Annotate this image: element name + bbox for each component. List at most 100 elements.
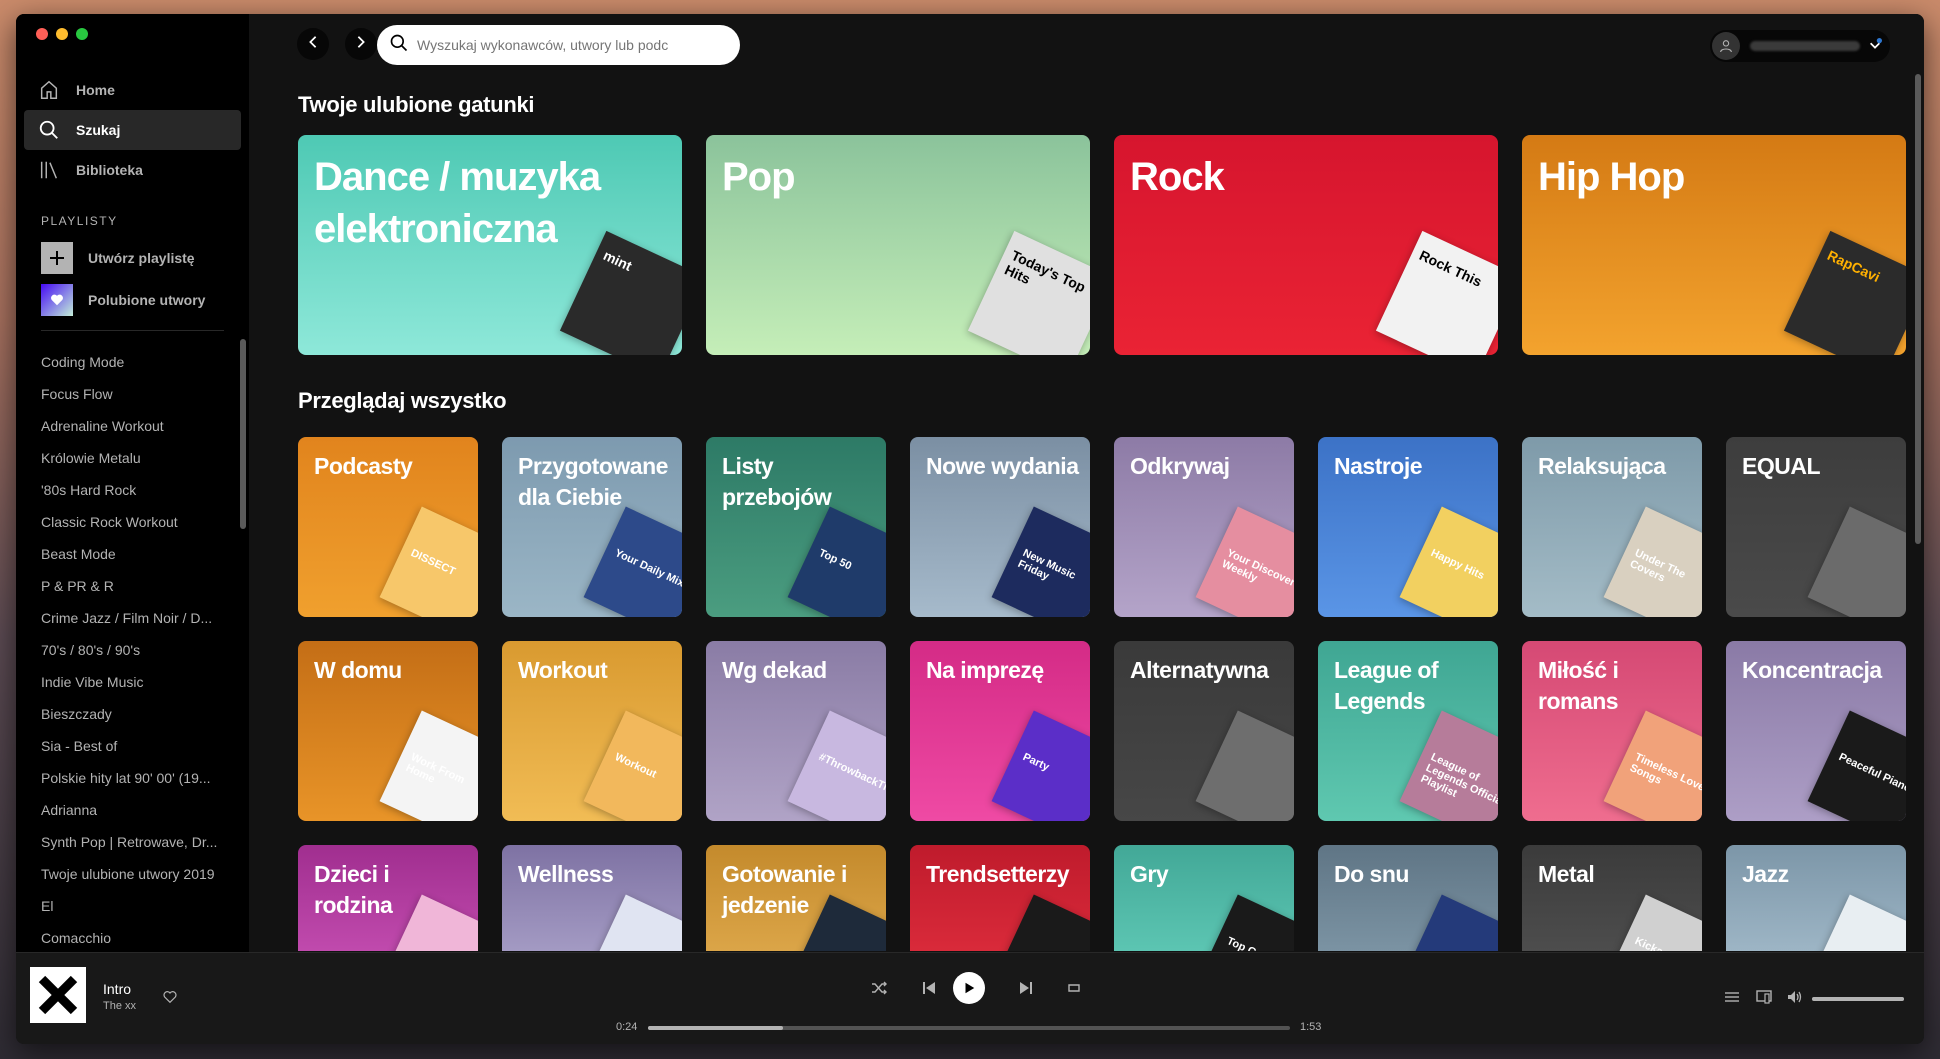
category-card[interactable]: EQUAL [1726, 437, 1906, 617]
sidebar-divider [41, 330, 224, 331]
playlist-item[interactable]: P & PR & R [41, 570, 225, 602]
forward-button[interactable] [345, 28, 377, 60]
main-scrollbar[interactable] [1915, 74, 1921, 544]
devices-button[interactable] [1756, 989, 1772, 1005]
category-card[interactable]: Dzieci i rodzina [298, 845, 478, 951]
category-card[interactable]: Miłość i romans Timeless Love Songs [1522, 641, 1702, 821]
cover-text: Your Daily Mix 1 [612, 547, 682, 593]
category-card[interactable]: Koncentracja Peaceful Piano [1726, 641, 1906, 821]
cover-text: Rock This [1416, 246, 1485, 290]
shuffle-button[interactable] [871, 980, 887, 996]
create-playlist-button[interactable]: Utwórz playlistę [41, 242, 195, 274]
playlist-cover: Your Discover Weekly [1195, 506, 1294, 617]
cover-text: League of Legends Official Playlist [1418, 751, 1498, 809]
search-input[interactable] [417, 37, 717, 53]
track-artist[interactable]: The xx [103, 1000, 136, 1012]
category-card[interactable]: Wg dekad #ThrowbackThursday [706, 641, 886, 821]
cover-text: Top Gaming [1225, 935, 1287, 951]
category-card[interactable]: Alternatywna [1114, 641, 1294, 821]
category-card[interactable]: Trendsetterzy [910, 845, 1090, 951]
playlist-item[interactable]: El [41, 890, 225, 922]
sidebar: Home Szukaj Biblioteka PLAYLISTY Utwórz … [16, 14, 249, 952]
playlist-item[interactable]: Focus Flow [41, 378, 225, 410]
category-card[interactable]: Przygotowane dla Ciebie Your Daily Mix 1 [502, 437, 682, 617]
search-bar[interactable] [377, 25, 740, 65]
category-card[interactable]: Nowe wydania New Music Friday [910, 437, 1090, 617]
playlist-item[interactable]: 70's / 80's / 90's [41, 634, 225, 666]
category-card[interactable]: Jazz [1726, 845, 1906, 951]
genre-card[interactable]: Dance / muzyka elektroniczna mint [298, 135, 682, 355]
category-card[interactable]: Gry Top Gaming [1114, 845, 1294, 951]
category-card-title: Nastroje [1334, 453, 1423, 479]
playlist-item[interactable]: Synth Pop | Retrowave, Dr... [41, 826, 225, 858]
playlist-item[interactable]: Classic Rock Workout [41, 506, 225, 538]
genre-card[interactable]: Pop Today's Top Hits [706, 135, 1090, 355]
sidebar-scrollbar[interactable] [240, 339, 246, 529]
track-title[interactable]: Intro [103, 981, 131, 997]
progress-bar[interactable] [648, 1026, 1290, 1030]
category-card-title: EQUAL [1742, 453, 1821, 479]
playlist-item[interactable]: Comacchio [41, 922, 225, 954]
playlist-item[interactable]: Królowie Metalu [41, 442, 225, 474]
category-card-title: Odkrywaj [1130, 453, 1230, 479]
category-card[interactable]: Nastroje Happy Hits [1318, 437, 1498, 617]
genre-card[interactable]: Rock Rock This [1114, 135, 1498, 355]
cover-text: mint [600, 246, 635, 274]
playlist-item[interactable]: Crime Jazz / Film Noir / D... [41, 602, 225, 634]
category-card[interactable]: Relaksująca Under The Covers [1522, 437, 1702, 617]
next-button[interactable] [1018, 980, 1034, 996]
category-card[interactable]: Podcasty DISSECT [298, 437, 478, 617]
favorites-heading: Twoje ulubione gatunki [298, 92, 535, 117]
queue-button[interactable] [1724, 989, 1740, 1005]
back-button[interactable] [297, 28, 329, 60]
player-bar: Intro The xx 0:24 1:53 [16, 952, 1924, 1044]
playlist-item[interactable]: Coding Mode [41, 346, 225, 378]
category-card-title: Na imprezę [926, 657, 1044, 683]
volume-slider[interactable] [1812, 997, 1904, 1001]
category-card-title: Metal [1538, 861, 1595, 887]
category-card[interactable]: W domu Work From Home [298, 641, 478, 821]
minimize-window-button[interactable] [56, 28, 68, 40]
repeat-button[interactable] [1066, 980, 1082, 996]
playlist-item[interactable]: '80s Hard Rock [41, 474, 225, 506]
genre-card-title: Rock [1130, 155, 1225, 199]
category-card[interactable]: Listy przebojów Top 50 [706, 437, 886, 617]
previous-button[interactable] [921, 980, 937, 996]
category-card[interactable]: Gotowanie i jedzenie [706, 845, 886, 951]
cover-text: Your Discover Weekly [1219, 547, 1294, 590]
liked-songs-label: Polubione utwory [88, 292, 206, 308]
playlist-cover [1807, 506, 1906, 617]
playlist-item[interactable]: Adrenaline Workout [41, 410, 225, 442]
genre-card[interactable]: Hip Hop RapCavi [1522, 135, 1906, 355]
zoom-window-button[interactable] [76, 28, 88, 40]
playlist-item[interactable]: Bieszczady [41, 698, 225, 730]
playlist-item[interactable]: Polskie hity lat 90' 00' (19... [41, 762, 225, 794]
search-icon [38, 119, 60, 141]
category-card[interactable]: Odkrywaj Your Discover Weekly [1114, 437, 1294, 617]
album-art[interactable] [30, 967, 86, 1023]
nav-home[interactable]: Home [24, 70, 241, 110]
category-card[interactable]: Metal Kickass Metal [1522, 845, 1702, 951]
user-menu-button[interactable] [1710, 30, 1890, 62]
playlist-item[interactable]: Beast Mode [41, 538, 225, 570]
volume-button[interactable] [1787, 989, 1803, 1005]
play-button[interactable] [953, 972, 985, 1004]
category-card-title: Podcasty [314, 453, 413, 479]
top-bar [249, 14, 1924, 74]
category-card-title: Przygotowane dla Ciebie [518, 453, 668, 510]
category-card[interactable]: Na imprezę Party [910, 641, 1090, 821]
playlist-item[interactable]: Adrianna [41, 794, 225, 826]
category-card[interactable]: Wellness [502, 845, 682, 951]
playlist-item[interactable]: Twoje ulubione utwory 2019 [41, 858, 225, 890]
close-window-button[interactable] [36, 28, 48, 40]
nav-library[interactable]: Biblioteka [24, 150, 241, 190]
liked-songs-link[interactable]: Polubione utwory [41, 284, 205, 316]
category-card[interactable]: Do snu [1318, 845, 1498, 951]
playlist-item[interactable]: Indie Vibe Music [41, 666, 225, 698]
nav-search[interactable]: Szukaj [24, 110, 241, 150]
category-card[interactable]: League of Legends League of Legends Offic… [1318, 641, 1498, 821]
category-card[interactable]: Workout Workout [502, 641, 682, 821]
like-button[interactable] [162, 989, 178, 1010]
playlist-item[interactable]: Sia - Best of [41, 730, 225, 762]
playlist-cover: Work From Home [379, 710, 478, 821]
